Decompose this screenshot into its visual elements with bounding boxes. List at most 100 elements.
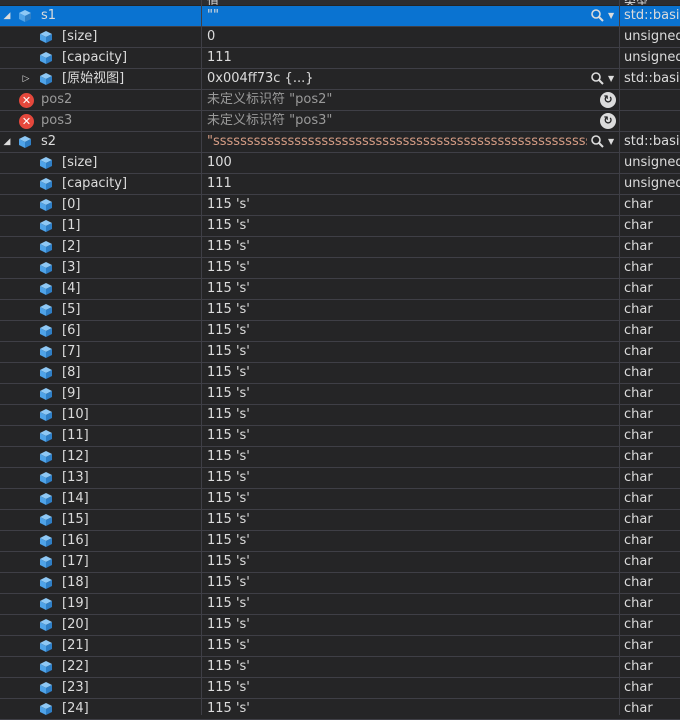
value-cell[interactable]: "sssssssssssssssssssssssssssssssssssssss… [202, 132, 619, 152]
variable-value: 115 's' [207, 449, 250, 464]
value-cell[interactable]: 111 [202, 48, 619, 68]
value-cell[interactable]: 未定义标识符 "pos3" ↻ [202, 111, 619, 131]
watch-row-e17[interactable]: [17] 115 's' char [0, 552, 680, 573]
expand-arrow-icon[interactable]: ▷ [20, 72, 32, 86]
watch-row-e9[interactable]: [9] 115 's' char [0, 384, 680, 405]
value-cell[interactable]: 115 's' [202, 636, 619, 656]
watch-header: 值 类型 [0, 0, 680, 5]
value-cell[interactable]: 115 's' [202, 594, 619, 614]
variable-name: [0] [62, 197, 81, 212]
refresh-icon[interactable]: ↻ [600, 113, 616, 129]
value-cell[interactable]: 115 's' [202, 300, 619, 320]
cube-icon [40, 451, 52, 463]
text-visualizer-icon[interactable] [590, 134, 606, 150]
watch-row-e8[interactable]: [8] 115 's' char [0, 363, 680, 384]
watch-row-e12[interactable]: [12] 115 's' char [0, 447, 680, 468]
name-cell: [17] [0, 552, 201, 572]
watch-row-pos3[interactable]: ✕ pos3 未定义标识符 "pos3" ↻ [0, 111, 680, 132]
watch-row-e23[interactable]: [23] 115 's' char [0, 678, 680, 699]
watch-row-e24[interactable]: [24] 115 's' char [0, 699, 680, 720]
watch-row-e18[interactable]: [18] 115 's' char [0, 573, 680, 594]
name-cell: [16] [0, 531, 201, 551]
collapse-arrow-icon[interactable]: ◢ [1, 135, 13, 149]
type-column-header[interactable]: 类型 [624, 0, 648, 5]
watch-row-e19[interactable]: [19] 115 's' char [0, 594, 680, 615]
value-cell[interactable]: 115 's' [202, 489, 619, 509]
value-cell[interactable]: 111 [202, 174, 619, 194]
name-cell: [8] [0, 363, 201, 383]
type-cell: char [620, 447, 680, 467]
watch-row-e14[interactable]: [14] 115 's' char [0, 489, 680, 510]
watch-row-s2-capacity[interactable]: [capacity] 111 unsigned int [0, 174, 680, 195]
value-cell[interactable]: 115 's' [202, 342, 619, 362]
watch-row-s2[interactable]: ◢ s2 "ssssssssssssssssssssssssssssssssssss… [0, 132, 680, 153]
watch-row-e13[interactable]: [13] 115 's' char [0, 468, 680, 489]
visualizer-dropdown-icon[interactable]: ▼ [608, 134, 618, 150]
value-cell[interactable]: 115 's' [202, 573, 619, 593]
name-cell: [12] [0, 447, 201, 467]
watch-row-e0[interactable]: [0] 115 's' char [0, 195, 680, 216]
value-cell[interactable]: 115 's' [202, 195, 619, 215]
value-cell[interactable]: 115 's' [202, 678, 619, 698]
variable-value: 0 [207, 29, 216, 44]
value-cell[interactable]: 115 's' [202, 405, 619, 425]
variable-type: char [624, 449, 653, 464]
value-cell[interactable]: 115 's' [202, 258, 619, 278]
watch-row-e6[interactable]: [6] 115 's' char [0, 321, 680, 342]
watch-row-e7[interactable]: [7] 115 's' char [0, 342, 680, 363]
value-cell[interactable]: 115 's' [202, 447, 619, 467]
value-cell[interactable]: 115 's' [202, 216, 619, 236]
watch-row-e20[interactable]: [20] 115 's' char [0, 615, 680, 636]
watch-row-e16[interactable]: [16] 115 's' char [0, 531, 680, 552]
variable-value: 115 's' [207, 386, 250, 401]
value-cell[interactable]: 115 's' [202, 699, 619, 719]
watch-row-e10[interactable]: [10] 115 's' char [0, 405, 680, 426]
value-column-header[interactable]: 值 [207, 0, 219, 5]
column-divider-value[interactable] [619, 0, 620, 715]
watch-row-e5[interactable]: [5] 115 's' char [0, 300, 680, 321]
watch-row-e21[interactable]: [21] 115 's' char [0, 636, 680, 657]
value-cell[interactable]: 115 's' [202, 237, 619, 257]
value-cell[interactable]: 115 's' [202, 321, 619, 341]
cube-icon [40, 388, 52, 400]
type-cell: char [620, 531, 680, 551]
value-cell[interactable]: 0 [202, 27, 619, 47]
value-cell[interactable]: 115 's' [202, 384, 619, 404]
variable-name: [23] [62, 680, 89, 695]
value-cell[interactable]: 115 's' [202, 657, 619, 677]
visualizer-dropdown-icon[interactable]: ▼ [608, 71, 618, 87]
watch-row-e11[interactable]: [11] 115 's' char [0, 426, 680, 447]
watch-row-e3[interactable]: [3] 115 's' char [0, 258, 680, 279]
value-cell[interactable]: 115 's' [202, 363, 619, 383]
watch-row-e15[interactable]: [15] 115 's' char [0, 510, 680, 531]
value-cell[interactable]: 115 's' [202, 426, 619, 446]
watch-row-e4[interactable]: [4] 115 's' char [0, 279, 680, 300]
cube-icon [40, 157, 52, 169]
watch-row-s1-size[interactable]: [size] 0 unsigned int [0, 27, 680, 48]
value-cell[interactable]: 100 [202, 153, 619, 173]
value-cell[interactable]: 0x004ff73c {...} ▼ [202, 69, 619, 89]
value-cell[interactable]: 115 's' [202, 531, 619, 551]
value-cell[interactable]: 115 's' [202, 279, 619, 299]
watch-row-s2-size[interactable]: [size] 100 unsigned int [0, 153, 680, 174]
text-visualizer-icon[interactable] [590, 71, 606, 87]
value-cell[interactable]: 115 's' [202, 468, 619, 488]
value-cell[interactable]: 115 's' [202, 615, 619, 635]
value-cell[interactable]: 115 's' [202, 510, 619, 530]
variable-name: pos2 [41, 92, 73, 107]
refresh-icon[interactable]: ↻ [600, 92, 616, 108]
value-cell[interactable]: 115 's' [202, 552, 619, 572]
watch-row-s1-capacity[interactable]: [capacity] 111 unsigned int [0, 48, 680, 69]
watch-row-e22[interactable]: [22] 115 's' char [0, 657, 680, 678]
watch-row-e1[interactable]: [1] 115 's' char [0, 216, 680, 237]
watch-row-pos2[interactable]: ✕ pos2 未定义标识符 "pos2" ↻ [0, 90, 680, 111]
collapse-arrow-icon[interactable]: ◢ [1, 9, 13, 23]
text-visualizer-icon[interactable] [590, 8, 606, 24]
column-divider-name[interactable] [201, 0, 202, 715]
value-cell[interactable]: "" ▼ [202, 6, 619, 26]
value-cell[interactable]: 未定义标识符 "pos2" ↻ [202, 90, 619, 110]
visualizer-dropdown-icon[interactable]: ▼ [608, 8, 618, 24]
watch-row-s1[interactable]: ◢ s1 "" ▼ std::basic_string [0, 6, 680, 27]
watch-row-s1-raw[interactable]: ▷ [原始视图] 0x004ff73c {...} ▼ std::basic_strin… [0, 69, 680, 90]
watch-row-e2[interactable]: [2] 115 's' char [0, 237, 680, 258]
